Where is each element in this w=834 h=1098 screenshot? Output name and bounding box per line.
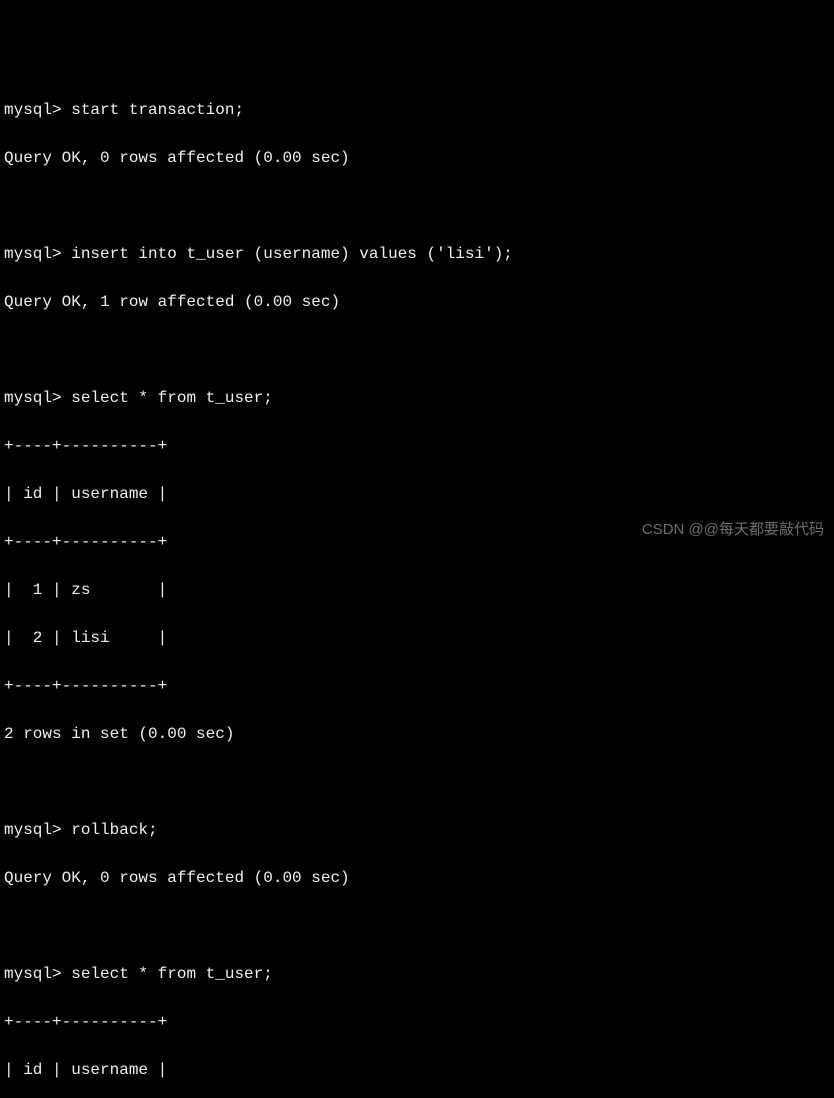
blank-line bbox=[4, 194, 830, 218]
table-border: +----+----------+ bbox=[4, 1010, 830, 1034]
response-ok-2: Query OK, 1 row affected (0.00 sec) bbox=[4, 290, 830, 314]
response-ok-1: Query OK, 0 rows affected (0.00 sec) bbox=[4, 146, 830, 170]
response-ok-3: Query OK, 0 rows affected (0.00 sec) bbox=[4, 866, 830, 890]
command-select: select * from t_user; bbox=[71, 389, 273, 407]
table-header: | id | username | bbox=[4, 482, 830, 506]
command-rollback: rollback; bbox=[71, 821, 157, 839]
blank-line bbox=[4, 770, 830, 794]
prompt-line-4: mysql> rollback; bbox=[4, 818, 830, 842]
prompt-line-2: mysql> insert into t_user (username) val… bbox=[4, 242, 830, 266]
blank-line bbox=[4, 338, 830, 362]
prompt-line-1: mysql> start transaction; bbox=[4, 98, 830, 122]
prompt-line-5: mysql> select * from t_user; bbox=[4, 962, 830, 986]
table-border: +----+----------+ bbox=[4, 674, 830, 698]
mysql-prompt: mysql> bbox=[4, 245, 62, 263]
mysql-prompt: mysql> bbox=[4, 821, 62, 839]
table-border: +----+----------+ bbox=[4, 434, 830, 458]
blank-line bbox=[4, 914, 830, 938]
command-start-transaction: start transaction; bbox=[71, 101, 244, 119]
mysql-prompt: mysql> bbox=[4, 389, 62, 407]
table-row: | 2 | lisi | bbox=[4, 626, 830, 650]
prompt-line-3: mysql> select * from t_user; bbox=[4, 386, 830, 410]
table-header: | id | username | bbox=[4, 1058, 830, 1082]
rows-in-set: 2 rows in set (0.00 sec) bbox=[4, 722, 830, 746]
mysql-prompt: mysql> bbox=[4, 101, 62, 119]
watermark-text: CSDN @@每天都要敲代码 bbox=[642, 519, 824, 542]
table-row: | 1 | zs | bbox=[4, 578, 830, 602]
command-select-2: select * from t_user; bbox=[71, 965, 273, 983]
mysql-prompt: mysql> bbox=[4, 965, 62, 983]
command-insert: insert into t_user (username) values ('l… bbox=[71, 245, 513, 263]
